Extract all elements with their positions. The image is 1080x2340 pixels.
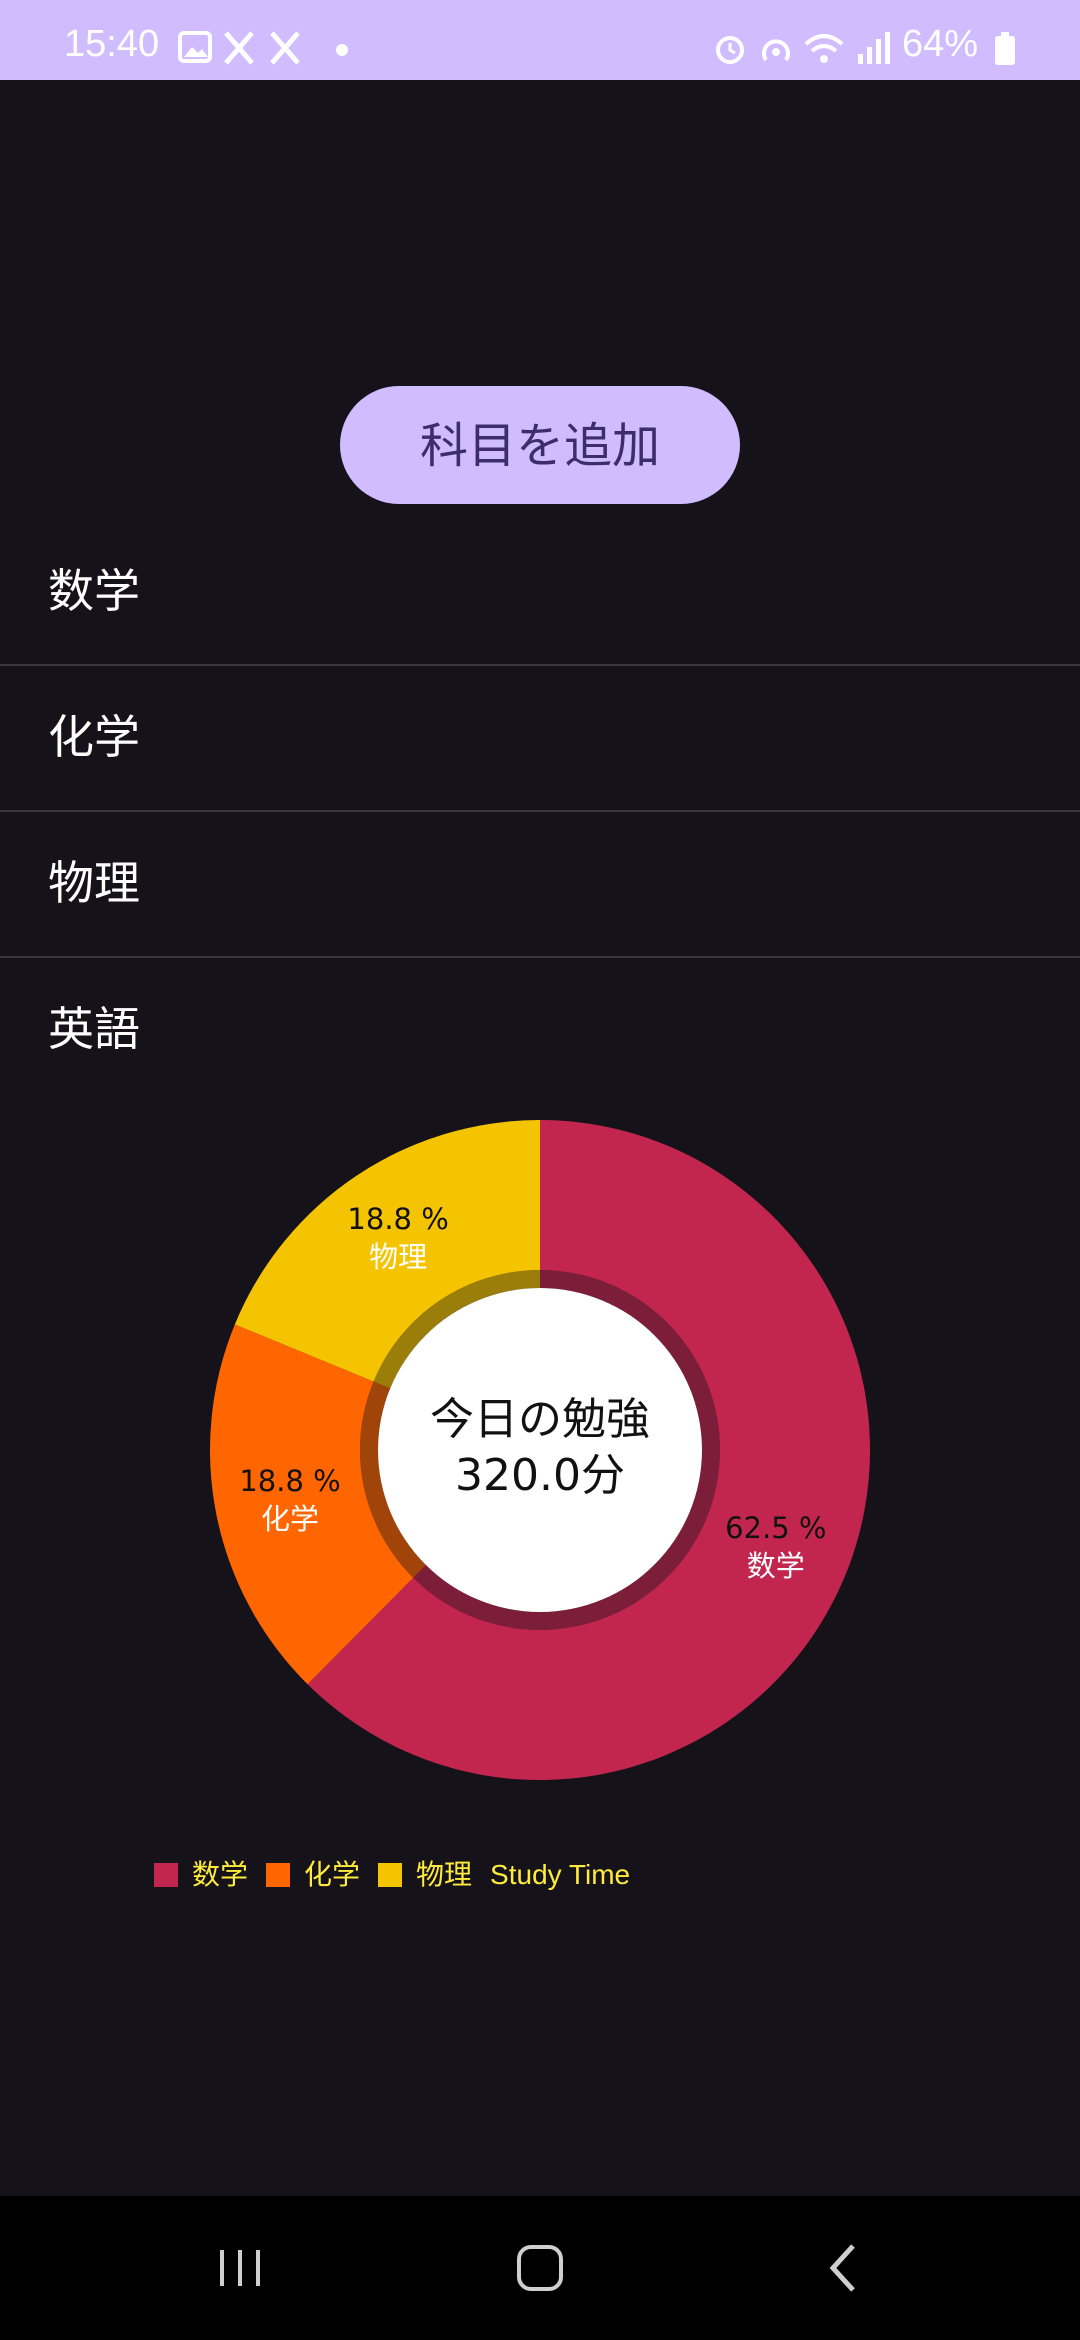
subject-label: 物理	[48, 856, 140, 910]
slice-percent: 18.8 %	[239, 1464, 341, 1499]
chart-legend: 数学 化学 物理 Study Time	[154, 1855, 648, 1895]
status-bar: 15:40 64%	[0, 0, 1080, 80]
legend-item: 数学	[154, 1855, 248, 1895]
slice-label: 62.5 % 数学	[716, 1509, 836, 1585]
subject-label: 英語	[48, 1002, 140, 1056]
alarm-icon	[716, 36, 744, 64]
recents-icon[interactable]	[200, 2232, 280, 2304]
subject-label: 化学	[48, 710, 140, 764]
wifi-icon	[804, 34, 844, 63]
gallery-icon	[178, 31, 212, 63]
x-icon	[224, 31, 254, 65]
subject-item[interactable]: 物理	[0, 812, 1080, 958]
legend-swatch	[378, 1863, 403, 1887]
hotspot-icon	[762, 39, 790, 62]
legend-item: Study Time	[490, 1855, 630, 1895]
screen: 15:40 64% 科目を追加 数学 化学 物理 英語 今日の勉強 320.0分…	[0, 0, 1080, 2340]
legend-label: 数学	[192, 1859, 249, 1890]
legend-item: 物理	[378, 1855, 472, 1895]
center-total: 320.0分	[455, 1450, 625, 1501]
battery-percent: 64%	[902, 23, 979, 65]
status-left-icons	[178, 31, 348, 65]
x-icon	[270, 31, 300, 65]
chart-center-label: 今日の勉強 320.0分	[390, 1392, 690, 1504]
subject-item[interactable]: 化学	[0, 666, 1080, 812]
dot-icon	[336, 44, 348, 56]
navigation-bar	[0, 2196, 1080, 2340]
slice-percent: 18.8 %	[347, 1202, 449, 1237]
study-time-chart: 今日の勉強 320.0分 62.5 % 数学 18.8 % 化学 18.8 % 物理	[200, 1110, 880, 1790]
signal-icon	[858, 32, 890, 64]
legend-swatch	[154, 1863, 178, 1887]
battery-icon	[995, 32, 1015, 65]
slice-name: 数学	[746, 1549, 805, 1584]
slice-label: 18.8 % 物理	[338, 1200, 458, 1276]
subject-item[interactable]: 数学	[0, 520, 1080, 666]
subject-item[interactable]: 英語	[0, 958, 1080, 1104]
legend-item: 化学	[266, 1855, 360, 1895]
legend-dataset-label: Study Time	[490, 1859, 631, 1890]
add-subject-button[interactable]: 科目を追加	[340, 386, 740, 504]
slice-name: 化学	[261, 1502, 320, 1537]
subject-list: 数学 化学 物理 英語	[0, 520, 1080, 1104]
center-title: 今日の勉強	[430, 1394, 650, 1445]
status-time: 15:40	[64, 23, 160, 65]
status-right-icons	[716, 32, 890, 64]
slice-percent: 62.5 %	[725, 1511, 827, 1546]
back-icon[interactable]	[805, 2232, 885, 2304]
slice-label: 18.8 % 化学	[230, 1462, 350, 1538]
home-icon[interactable]	[500, 2232, 580, 2304]
subject-label: 数学	[48, 564, 140, 618]
slice-name: 物理	[369, 1240, 428, 1275]
legend-label: 化学	[304, 1859, 361, 1890]
legend-swatch	[266, 1863, 291, 1887]
legend-label: 物理	[416, 1859, 473, 1890]
